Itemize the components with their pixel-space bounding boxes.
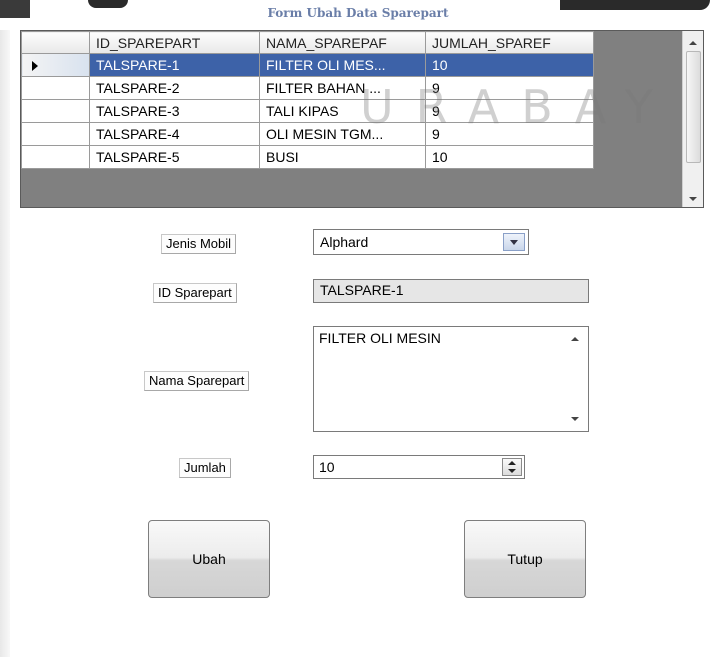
window-title: Form Ubah Data Sparepart: [267, 6, 449, 20]
jumlah-stepper[interactable]: 10: [313, 455, 525, 479]
window-left-border: [0, 30, 10, 657]
row-header[interactable]: [21, 76, 90, 100]
spin-up-icon[interactable]: [508, 461, 516, 465]
row-header[interactable]: [21, 53, 90, 77]
cell-jumlah[interactable]: 10: [425, 53, 594, 77]
table-row[interactable]: TALSPARE-5 BUSI 10: [21, 145, 594, 169]
column-header-nama[interactable]: NAMA_SPAREPAF: [259, 31, 426, 54]
cell-nama[interactable]: FILTER BAHAN ...: [259, 76, 426, 100]
jumlah-value: 10: [319, 459, 335, 475]
cell-jumlah[interactable]: 9: [425, 122, 594, 146]
row-header[interactable]: [21, 122, 90, 146]
jenis-mobil-combobox[interactable]: Alphard: [313, 229, 529, 255]
cell-nama[interactable]: BUSI: [259, 145, 426, 169]
grid-corner-header[interactable]: [21, 31, 90, 54]
table-row[interactable]: TALSPARE-2 FILTER BAHAN ... 9: [21, 76, 594, 100]
scroll-down-arrow-icon[interactable]: [571, 417, 579, 421]
scroll-thumb[interactable]: [686, 51, 701, 163]
spin-down-icon[interactable]: [508, 469, 516, 473]
cell-jumlah[interactable]: 10: [425, 145, 594, 169]
cell-nama[interactable]: FILTER OLI MES...: [259, 53, 426, 77]
current-row-arrow-icon: [32, 61, 38, 71]
row-header[interactable]: [21, 145, 90, 169]
scroll-down-arrow-icon[interactable]: [689, 197, 697, 201]
cell-id[interactable]: TALSPARE-2: [89, 76, 260, 100]
jenis-mobil-value: Alphard: [320, 234, 369, 250]
cell-id[interactable]: TALSPARE-3: [89, 99, 260, 123]
cell-id[interactable]: TALSPARE-4: [89, 122, 260, 146]
jenis-mobil-label: Jenis Mobil: [161, 234, 237, 254]
spinner-buttons[interactable]: [502, 458, 522, 476]
cell-nama[interactable]: TALI KIPAS: [259, 99, 426, 123]
scroll-up-arrow-icon[interactable]: [571, 337, 579, 341]
column-header-id[interactable]: ID_SPAREPART: [89, 31, 260, 54]
nama-sparepart-label: Nama Sparepart: [144, 371, 250, 391]
table-row[interactable]: TALSPARE-4 OLI MESIN TGM... 9: [21, 122, 594, 146]
tutup-button[interactable]: Tutup: [464, 520, 586, 598]
cell-id[interactable]: TALSPARE-1: [89, 53, 260, 77]
id-sparepart-field[interactable]: TALSPARE-1: [313, 279, 589, 303]
cell-jumlah[interactable]: 9: [425, 76, 594, 100]
ubah-button[interactable]: Ubah: [148, 520, 270, 598]
nama-sparepart-textarea[interactable]: FILTER OLI MESIN: [313, 326, 589, 432]
grid-header-row: ID_SPAREPART NAMA_SPAREPAF JUMLAH_SPAREF: [21, 31, 594, 54]
cell-nama[interactable]: OLI MESIN TGM...: [259, 122, 426, 146]
scroll-up-arrow-icon[interactable]: [689, 41, 697, 45]
jumlah-label: Jumlah: [179, 458, 231, 478]
table-row[interactable]: TALSPARE-1 FILTER OLI MES... 10: [21, 53, 594, 77]
sparepart-grid[interactable]: ID_SPAREPART NAMA_SPAREPAF JUMLAH_SPAREF…: [20, 30, 704, 208]
nama-sparepart-value: FILTER OLI MESIN: [319, 330, 441, 346]
dropdown-button[interactable]: [503, 233, 525, 251]
column-header-jumlah[interactable]: JUMLAH_SPAREF: [425, 31, 594, 54]
grid-vertical-scrollbar[interactable]: [682, 31, 703, 207]
row-header[interactable]: [21, 99, 90, 123]
cell-jumlah[interactable]: 9: [425, 99, 594, 123]
id-sparepart-label: ID Sparepart: [153, 283, 237, 303]
cell-id[interactable]: TALSPARE-5: [89, 145, 260, 169]
table-row[interactable]: TALSPARE-3 TALI KIPAS 9: [21, 99, 594, 123]
chevron-down-icon: [510, 240, 518, 245]
